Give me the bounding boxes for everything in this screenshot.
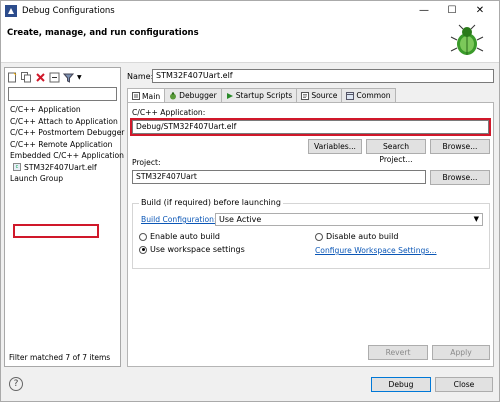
common-icon bbox=[346, 91, 355, 100]
source-icon bbox=[301, 91, 310, 100]
apply-button[interactable]: Apply bbox=[432, 345, 490, 360]
filter-status: Filter matched 7 of 7 items bbox=[9, 353, 111, 362]
eclipse-app-icon bbox=[5, 5, 17, 17]
radio-indicator bbox=[315, 232, 323, 241]
radio-indicator bbox=[139, 232, 147, 241]
main-tab-icon bbox=[132, 92, 140, 100]
debug-configurations-dialog: Debug Configurations — ☐ ✕ Create, manag… bbox=[0, 0, 500, 402]
project-field[interactable]: STM32F407Uart bbox=[132, 170, 426, 184]
configuration-tree: C/C++ Application C/C++ Attach to Applic… bbox=[10, 104, 124, 185]
dialog-footer: ? Debug Close bbox=[1, 367, 499, 401]
close-button[interactable]: Close bbox=[435, 377, 493, 392]
chevron-down-icon[interactable]: ▼ bbox=[77, 74, 82, 81]
debug-bug-icon bbox=[450, 24, 484, 55]
radio-indicator bbox=[139, 245, 147, 254]
name-field[interactable]: STM32F407Uart.elf bbox=[152, 69, 494, 83]
tab-common[interactable]: Common bbox=[341, 88, 396, 102]
revert-button[interactable]: Revert bbox=[368, 345, 428, 360]
maximize-icon[interactable]: ☐ bbox=[439, 4, 465, 18]
tab-common-label: Common bbox=[356, 91, 391, 100]
tree-item-stm32-config[interactable]: c STM32F407Uart.elf bbox=[10, 162, 124, 174]
title-bar: Debug Configurations — ☐ ✕ bbox=[1, 1, 499, 21]
build-group-title: Build (if required) before launching bbox=[139, 198, 283, 207]
build-group: Build (if required) before launching Bui… bbox=[132, 198, 490, 269]
tab-main[interactable]: Main bbox=[127, 88, 166, 103]
variables-button[interactable]: Variables... bbox=[308, 139, 362, 154]
delete-icon[interactable] bbox=[35, 72, 46, 83]
left-toolbar: ▼ bbox=[7, 70, 82, 84]
disable-auto-build-radio[interactable]: Disable auto build bbox=[315, 232, 398, 241]
new-config-icon[interactable] bbox=[7, 72, 18, 83]
disable-auto-build-label: Disable auto build bbox=[326, 232, 399, 241]
use-workspace-settings-label: Use workspace settings bbox=[150, 245, 245, 254]
tree-item-cpp-postmortem[interactable]: C/C++ Postmortem Debugger bbox=[10, 127, 124, 139]
tree-item-cpp-application[interactable]: C/C++ Application bbox=[10, 104, 124, 116]
cpp-application-label: C/C++ Application: bbox=[132, 108, 206, 117]
tree-item-cpp-attach[interactable]: C/C++ Attach to Application bbox=[10, 116, 124, 128]
debug-button[interactable]: Debug bbox=[371, 377, 431, 392]
help-icon[interactable]: ? bbox=[9, 377, 23, 391]
config-file-icon: c bbox=[13, 163, 21, 172]
tree-item-launch-group[interactable]: Launch Group bbox=[10, 173, 124, 185]
duplicate-icon[interactable] bbox=[21, 71, 32, 83]
window-controls: — ☐ ✕ bbox=[411, 4, 493, 18]
tree-item-embedded-cpp[interactable]: Embedded C/C++ Application bbox=[10, 150, 124, 162]
build-configuration-link[interactable]: Build Configuration: bbox=[141, 215, 217, 224]
minimize-icon[interactable]: — bbox=[411, 4, 437, 18]
chevron-down-icon: ▼ bbox=[473, 215, 479, 223]
banner-title: Create, manage, and run configurations bbox=[7, 28, 199, 38]
tab-debugger[interactable]: Debugger bbox=[164, 88, 222, 102]
window-title: Debug Configurations bbox=[22, 6, 115, 16]
build-configuration-value: Use Active bbox=[219, 215, 262, 224]
configure-workspace-link[interactable]: Configure Workspace Settings... bbox=[315, 246, 437, 255]
filter-icon[interactable] bbox=[63, 72, 74, 83]
browse-project-button[interactable]: Browse... bbox=[430, 170, 490, 185]
tab-bar: Main Debugger Startup Scripts Source Com… bbox=[127, 88, 396, 103]
configuration-list-pane: ▼ C/C++ Application C/C++ Attach to Appl… bbox=[4, 67, 124, 367]
name-label: Name: bbox=[127, 72, 154, 81]
collapse-all-icon[interactable] bbox=[49, 72, 60, 83]
tree-item-cpp-remote[interactable]: C/C++ Remote Application bbox=[10, 139, 124, 151]
enable-auto-build-radio[interactable]: Enable auto build bbox=[139, 232, 220, 241]
search-project-button[interactable]: Search Project... bbox=[366, 139, 426, 164]
close-icon[interactable]: ✕ bbox=[467, 4, 493, 18]
tab-source[interactable]: Source bbox=[296, 88, 343, 102]
startup-icon bbox=[226, 92, 233, 99]
tab-source-label: Source bbox=[311, 91, 338, 100]
tree-item-stm32-label: STM32F407Uart.elf bbox=[24, 162, 97, 172]
project-label: Project: bbox=[132, 158, 161, 167]
tab-main-label: Main bbox=[142, 91, 161, 101]
browse-application-button[interactable]: Browse... bbox=[430, 139, 490, 154]
tab-debugger-label: Debugger bbox=[179, 91, 217, 100]
header-banner: Create, manage, and run configurations bbox=[1, 21, 499, 63]
use-workspace-settings-radio[interactable]: Use workspace settings bbox=[139, 245, 245, 254]
main-tab-panel: C/C++ Application: Debug/STM32F407Uart.e… bbox=[127, 102, 494, 367]
tab-startup-scripts[interactable]: Startup Scripts bbox=[220, 88, 298, 102]
configuration-detail-pane: Name: STM32F407Uart.elf Main Debugger St… bbox=[125, 67, 494, 367]
build-configuration-select[interactable]: Use Active ▼ bbox=[215, 213, 483, 226]
enable-auto-build-label: Enable auto build bbox=[150, 232, 221, 241]
selection-highlight-box bbox=[13, 224, 99, 238]
tab-startup-label: Startup Scripts bbox=[235, 91, 293, 100]
filter-input[interactable] bbox=[8, 87, 117, 101]
application-highlight-box bbox=[130, 118, 491, 136]
debugger-icon bbox=[170, 91, 177, 99]
